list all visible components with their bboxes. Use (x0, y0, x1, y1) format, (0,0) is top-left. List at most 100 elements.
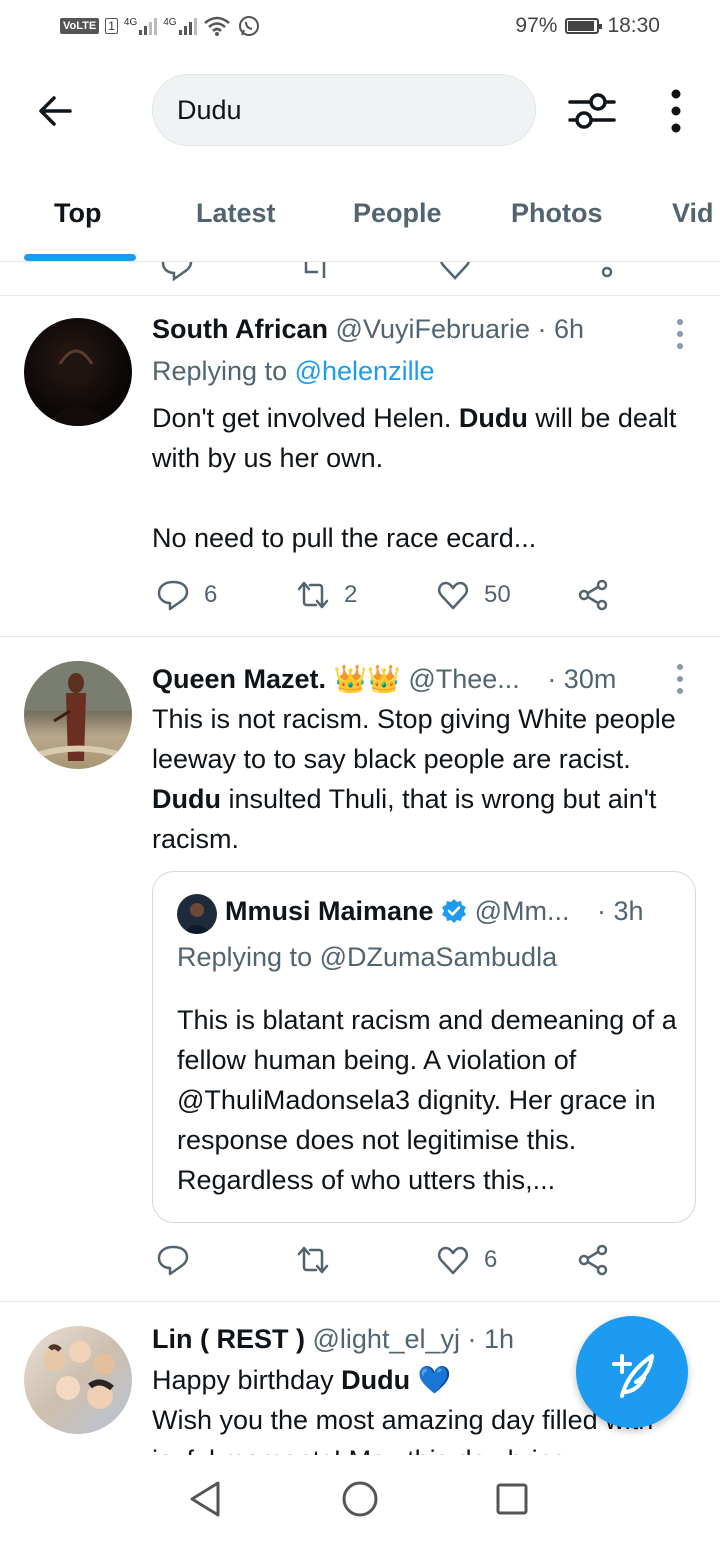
share-button[interactable] (576, 1243, 610, 1277)
wifi-icon (203, 16, 230, 36)
retweet-button[interactable] (296, 1243, 344, 1277)
tweet-header: Lin ( REST ) @light_el_yj · 1h (152, 1324, 514, 1355)
tweet-more-icon[interactable] (666, 314, 694, 354)
tweet-text: Don't get involved Helen. Dudu will be d… (152, 398, 702, 558)
search-box[interactable] (152, 74, 536, 146)
like-count: 50 (484, 581, 511, 608)
sim-indicator: 1 (105, 18, 118, 34)
reply-icon (157, 1245, 189, 1276)
heart-icon (437, 1246, 469, 1275)
filter-sliders-icon[interactable] (566, 86, 618, 136)
battery-percent: 97% (515, 14, 558, 37)
like-count: 6 (484, 1246, 498, 1273)
quoted-header: Mmusi Maimane @Mm... · 3h (225, 896, 644, 927)
tab-top[interactable]: Top (54, 198, 101, 229)
tweet-text-part: No need to pull the race ecard... (152, 523, 537, 553)
tweet-text-part: Happy birthday (152, 1365, 342, 1395)
like-icon[interactable] (438, 262, 472, 282)
user-handle[interactable]: @light_el_yj (313, 1324, 461, 1354)
tweet-queen-mazet[interactable]: Queen Mazet. 👑👑 @Thee... · 30m This is n… (0, 637, 720, 1302)
reply-count: 6 (204, 581, 218, 608)
network-1-label: 4G (123, 17, 138, 28)
back-arrow-icon[interactable] (30, 86, 80, 136)
quoted-display-name[interactable]: Mmusi Maimane (225, 896, 434, 926)
clock: 18:30 (607, 14, 660, 37)
whatsapp-icon (238, 16, 259, 36)
crown-emoji: 👑👑 (333, 664, 401, 694)
retweet-button[interactable]: 2 (296, 578, 357, 612)
tweet-south-african[interactable]: South African @VuyiFebruarie · 6h Replyi… (0, 296, 720, 637)
retweet-icon (297, 1246, 329, 1274)
tab-photos[interactable]: Photos (511, 198, 603, 229)
display-name[interactable]: South African (152, 314, 328, 344)
tab-videos[interactable]: Vid (672, 198, 714, 229)
avatar-group-photo-image (43, 1341, 115, 1409)
reply-icon[interactable] (160, 262, 194, 282)
avatar[interactable] (24, 1326, 132, 1434)
signal-2-icon: 4G (163, 17, 197, 35)
like-button[interactable]: 6 (436, 1243, 497, 1277)
nav-home-circle-icon[interactable] (340, 1479, 380, 1519)
status-left: VoLTE 1 4G 4G (60, 14, 261, 38)
compose-tweet-button[interactable] (576, 1316, 688, 1428)
search-term-highlight: Dudu (152, 784, 221, 814)
replying-to: Replying to @helenzille (152, 356, 435, 387)
verified-badge-icon (442, 899, 467, 923)
previous-tweet-actions (0, 262, 720, 296)
quoted-replying-to: Replying to @DZumaSambudla (177, 942, 558, 972)
network-2-label: 4G (163, 17, 177, 28)
nav-back-triangle-icon[interactable] (186, 1479, 226, 1519)
user-handle[interactable]: @VuyiFebruarie (336, 314, 530, 344)
search-input[interactable] (153, 75, 535, 145)
share-icon (578, 1244, 608, 1276)
retweet-count: 2 (344, 581, 358, 608)
tab-people[interactable]: People (353, 198, 442, 229)
avatar-portrait-image (44, 346, 112, 426)
share-button[interactable] (576, 578, 610, 612)
system-nav-bar (0, 1455, 720, 1541)
replying-handle-link[interactable]: @helenzille (295, 356, 435, 386)
like-button[interactable]: 50 (436, 578, 511, 612)
quoted-avatar[interactable] (177, 894, 217, 934)
reply-button[interactable]: 6 (156, 578, 217, 612)
status-bar: VoLTE 1 4G 4G 97% 18:30 (0, 0, 720, 56)
share-icon[interactable] (580, 262, 614, 282)
tweet-actions: 6 (152, 1243, 632, 1283)
tweet-header: South African @VuyiFebruarie · 6h (152, 314, 584, 345)
tab-latest[interactable]: Latest (196, 198, 276, 229)
tweet-time: · 6h (537, 314, 585, 344)
tweet-actions: 6 2 50 (152, 578, 632, 618)
search-tabs: Top Latest People Photos Vid (0, 176, 720, 262)
avatar[interactable] (24, 318, 132, 426)
quoted-avatar-image (183, 903, 211, 934)
quoted-tweet[interactable]: Mmusi Maimane @Mm... · 3h Replying to @D… (152, 871, 696, 1223)
share-icon (578, 579, 608, 611)
search-term-highlight: Dudu (341, 1365, 411, 1395)
display-name[interactable]: Lin ( REST ) (152, 1324, 305, 1354)
replying-prefix: Replying to (152, 356, 295, 386)
quoted-handle[interactable]: @Mm... (475, 896, 570, 926)
user-handle[interactable]: @Thee... (408, 664, 519, 694)
search-term-highlight: Dudu (458, 403, 528, 433)
nav-recents-square-icon[interactable] (492, 1479, 532, 1519)
heart-icon (437, 581, 469, 610)
quoted-time: · 3h (597, 896, 644, 926)
tweet-more-icon[interactable] (666, 659, 694, 699)
battery-icon (565, 18, 603, 34)
avatar[interactable] (24, 661, 132, 769)
reply-button[interactable] (156, 1243, 204, 1277)
compose-feather-icon (612, 1354, 654, 1398)
tweet-text: This is not racism. Stop giving White pe… (152, 699, 702, 859)
volte-badge: VoLTE (60, 18, 100, 34)
tweet-time: · 1h (467, 1324, 515, 1354)
tweet-text-part: Don't get involved Helen. (152, 403, 459, 433)
tweet-time: · 30m (547, 664, 617, 694)
active-tab-indicator (24, 254, 136, 261)
signal-1-icon: 4G (123, 17, 158, 35)
reply-icon (157, 580, 189, 611)
display-name[interactable]: Queen Mazet. (152, 664, 326, 694)
tweet-text-part: insulted Thuli, that is wrong but ain't … (152, 784, 657, 854)
tweet-text-part: 💙 (410, 1365, 452, 1395)
retweet-icon[interactable] (298, 262, 332, 282)
more-options-icon[interactable] (660, 86, 692, 136)
